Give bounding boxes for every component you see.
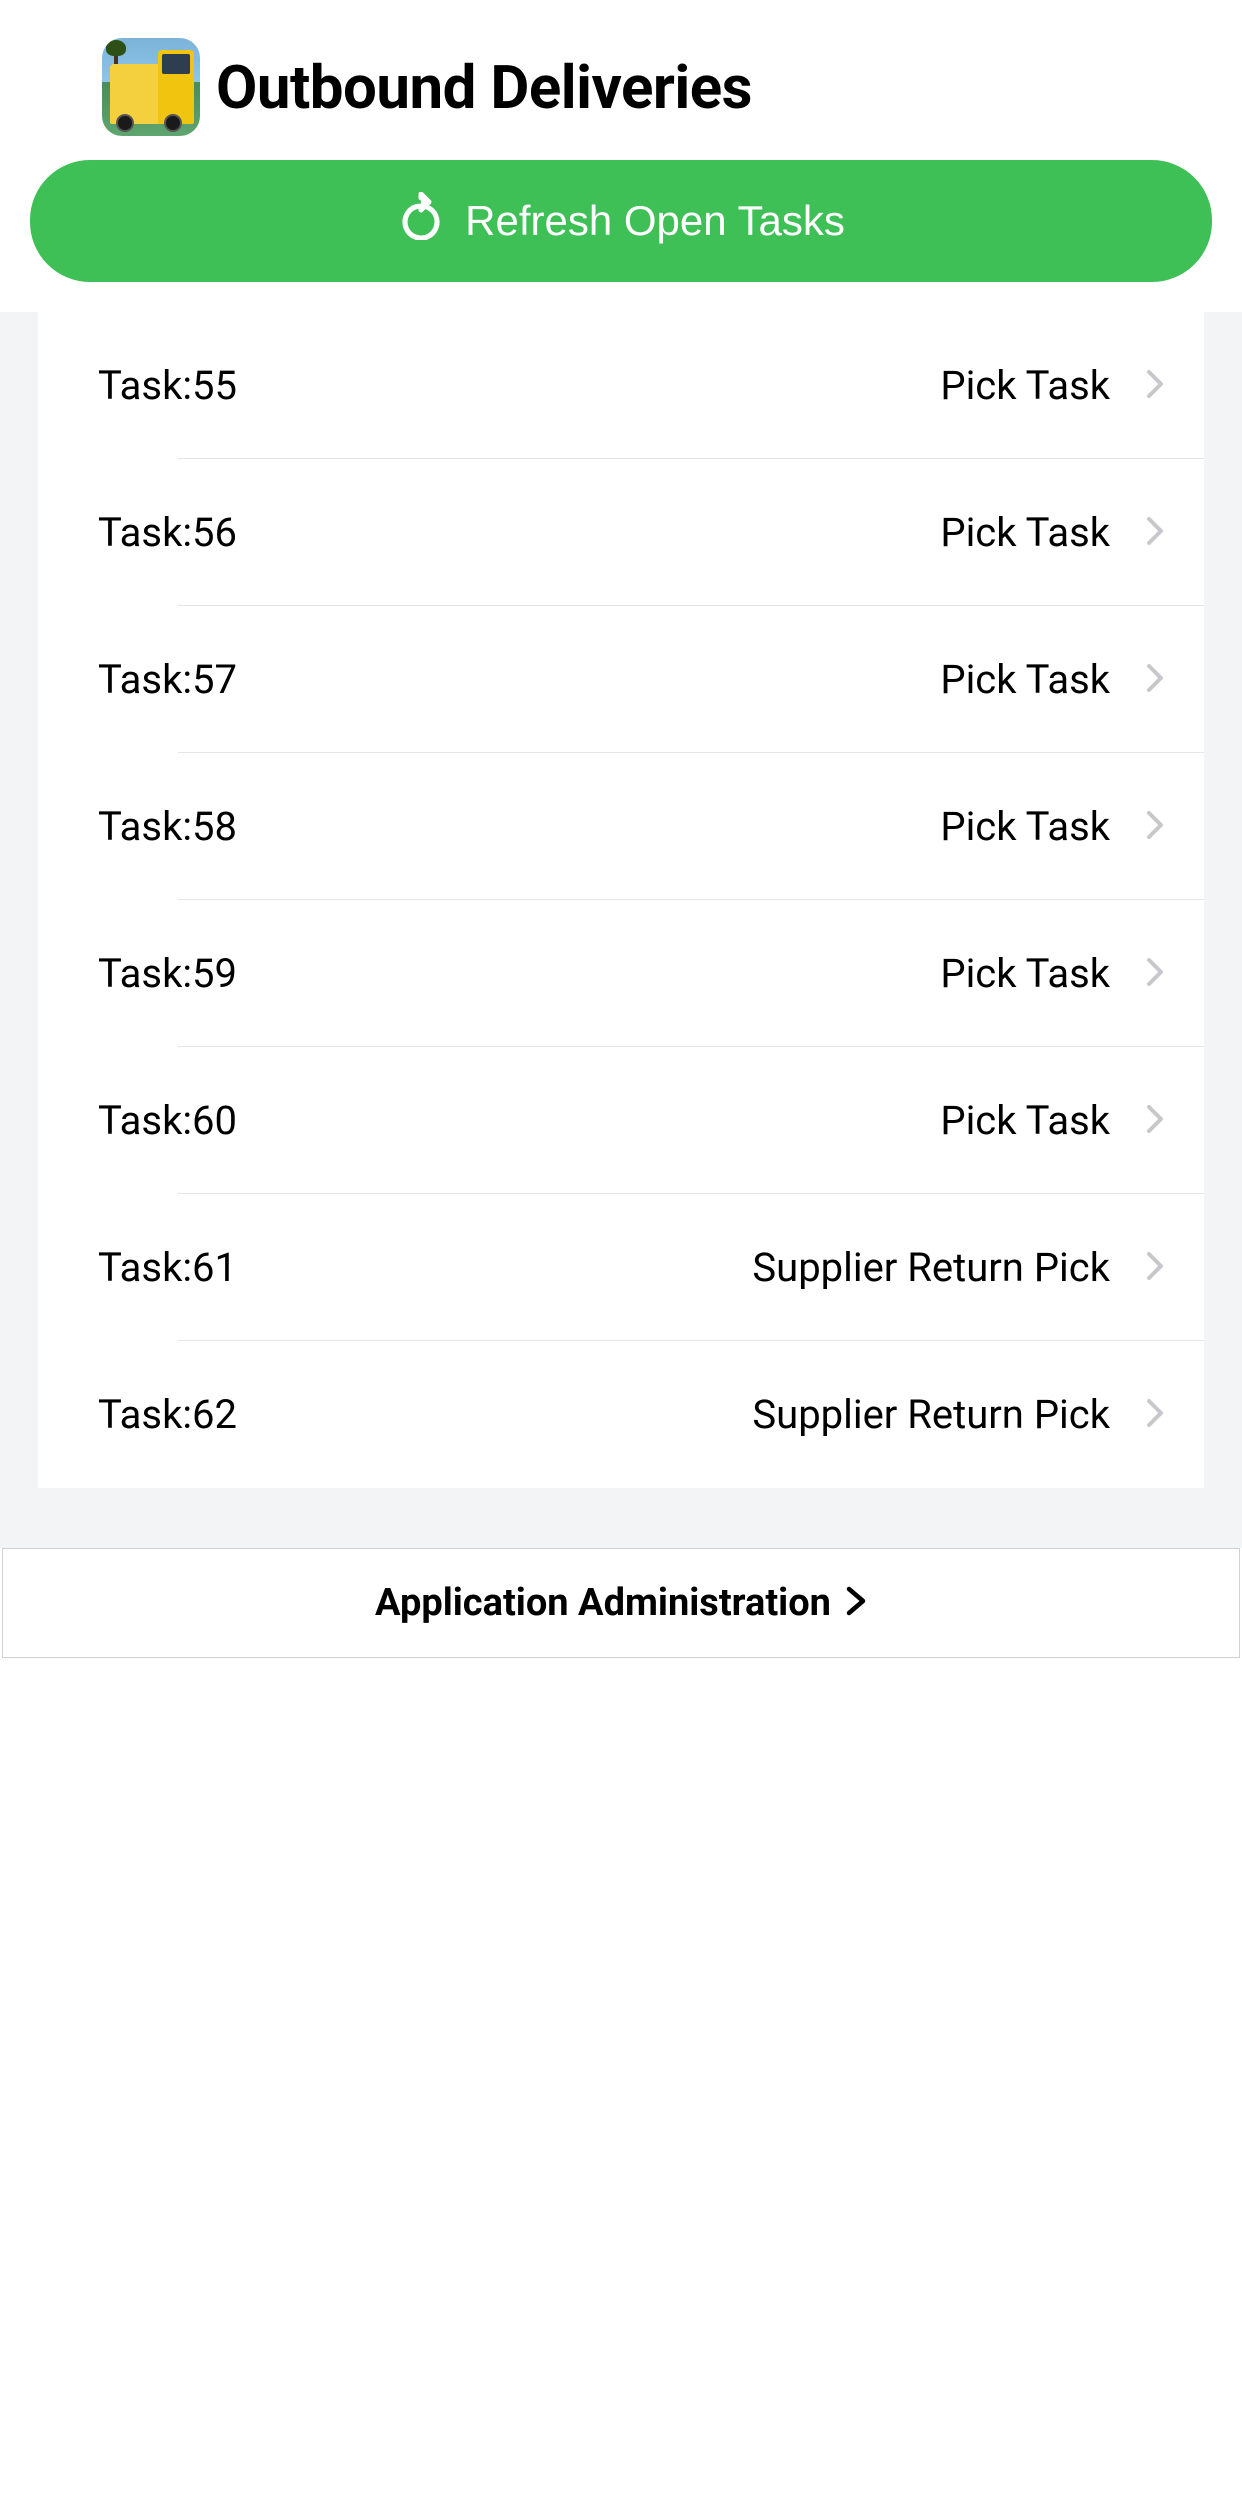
admin-button[interactable]: Application Administration bbox=[2, 1548, 1240, 1658]
chevron-right-icon bbox=[1146, 1104, 1164, 1138]
chevron-right-icon bbox=[1146, 810, 1164, 844]
chevron-right-icon bbox=[845, 1585, 867, 1621]
title-row: Outbound Deliveries bbox=[30, 38, 1212, 136]
task-row[interactable]: Task:55 Pick Task bbox=[38, 312, 1204, 459]
refresh-button[interactable]: Refresh Open Tasks bbox=[30, 160, 1212, 282]
footer-gap bbox=[0, 1488, 1242, 1548]
task-type: Pick Task bbox=[940, 950, 1110, 997]
task-label: Task:57 bbox=[98, 656, 940, 703]
task-label: Task:61 bbox=[98, 1244, 752, 1291]
task-row[interactable]: Task:59 Pick Task bbox=[38, 900, 1204, 1047]
task-row[interactable]: Task:60 Pick Task bbox=[38, 1047, 1204, 1194]
task-row[interactable]: Task:58 Pick Task bbox=[38, 753, 1204, 900]
task-type: Pick Task bbox=[940, 362, 1110, 409]
chevron-right-icon bbox=[1146, 957, 1164, 991]
task-label: Task:56 bbox=[98, 509, 940, 556]
chevron-right-icon bbox=[1146, 1251, 1164, 1285]
admin-label: Application Administration bbox=[375, 1581, 831, 1625]
refresh-icon bbox=[397, 192, 445, 250]
chevron-right-icon bbox=[1146, 516, 1164, 550]
task-row[interactable]: Task:57 Pick Task bbox=[38, 606, 1204, 753]
refresh-button-label: Refresh Open Tasks bbox=[465, 197, 845, 245]
task-type: Pick Task bbox=[940, 656, 1110, 703]
app-icon bbox=[102, 38, 200, 136]
task-list: Task:55 Pick Task Task:56 Pick Task Task… bbox=[38, 312, 1204, 1488]
task-label: Task:55 bbox=[98, 362, 940, 409]
task-row[interactable]: Task:56 Pick Task bbox=[38, 459, 1204, 606]
task-type: Supplier Return Pick bbox=[752, 1391, 1110, 1438]
task-type: Supplier Return Pick bbox=[752, 1244, 1110, 1291]
chevron-right-icon bbox=[1146, 369, 1164, 403]
task-label: Task:58 bbox=[98, 803, 940, 850]
chevron-right-icon bbox=[1146, 1398, 1164, 1432]
page-title: Outbound Deliveries bbox=[216, 52, 752, 123]
chevron-right-icon bbox=[1146, 663, 1164, 697]
header: Outbound Deliveries Refresh Open Tasks bbox=[0, 0, 1242, 312]
task-label: Task:62 bbox=[98, 1391, 752, 1438]
task-type: Pick Task bbox=[940, 509, 1110, 556]
task-label: Task:60 bbox=[98, 1097, 940, 1144]
task-type: Pick Task bbox=[940, 803, 1110, 850]
task-row[interactable]: Task:61 Supplier Return Pick bbox=[38, 1194, 1204, 1341]
task-type: Pick Task bbox=[940, 1097, 1110, 1144]
task-row[interactable]: Task:62 Supplier Return Pick bbox=[38, 1341, 1204, 1488]
content-area: Task:55 Pick Task Task:56 Pick Task Task… bbox=[0, 312, 1242, 1488]
task-label: Task:59 bbox=[98, 950, 940, 997]
